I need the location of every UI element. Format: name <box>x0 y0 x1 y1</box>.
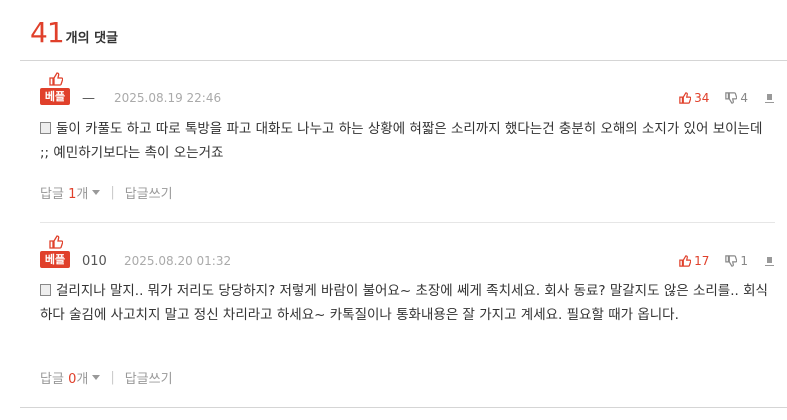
thumbs-up-icon <box>49 235 63 249</box>
reply-bar: 답글 0개 | 답글쓰기 <box>40 368 173 387</box>
thumbs-up-icon <box>679 92 692 104</box>
comment-text: 둘이 카풀도 하고 따로 톡방을 파고 대화도 나누고 하는 상황에 혀짧은 소… <box>40 117 770 165</box>
upvote-button[interactable]: 17 <box>679 254 709 268</box>
reply-label: 답글 <box>40 187 64 202</box>
divider: | <box>110 370 115 385</box>
comment-author[interactable]: — <box>82 91 95 106</box>
reply-count-suffix: 개 <box>76 187 89 202</box>
replies-toggle[interactable]: 답글 1개 <box>40 183 88 202</box>
divider: | <box>110 185 115 200</box>
downvote-button[interactable]: 4 <box>725 91 748 105</box>
best-comment-badge: 베플 <box>40 235 70 271</box>
best-badge-label: 베플 <box>40 251 70 268</box>
write-reply-button[interactable]: 답글쓰기 <box>125 368 173 387</box>
comment-count-label: 개의 댓글 <box>65 31 119 46</box>
report-icon <box>765 256 774 266</box>
comment-date: 2025.08.20 01:32 <box>124 254 232 268</box>
reply-bar: 답글 1개 | 답글쓰기 <box>40 183 173 202</box>
upvote-count: 34 <box>694 91 710 105</box>
thumbs-up-icon <box>49 72 63 86</box>
thumbs-up-icon <box>679 255 692 267</box>
reply-label: 답글 <box>40 372 64 387</box>
reply-count-suffix: 개 <box>76 372 89 387</box>
document-icon <box>40 122 51 134</box>
thumbs-down-icon <box>725 92 738 104</box>
divider <box>20 407 787 408</box>
comment-count: 41 <box>30 16 65 49</box>
upvote-button[interactable]: 34 <box>679 91 709 105</box>
comment-body: 둘이 카풀도 하고 따로 톡방을 파고 대화도 나누고 하는 상황에 혀짧은 소… <box>40 121 763 161</box>
document-icon <box>40 284 51 296</box>
downvote-count: 4 <box>740 91 748 105</box>
comment-body: 걸리지나 말지.. 뭐가 저리도 당당하지? 저렇게 바람이 불어요~ 초장에 … <box>40 283 768 323</box>
downvote-button[interactable]: 1 <box>725 254 748 268</box>
upvote-count: 17 <box>694 254 710 268</box>
write-reply-button[interactable]: 답글쓰기 <box>125 183 173 202</box>
thumbs-down-icon <box>725 255 738 267</box>
divider <box>20 60 787 61</box>
divider <box>40 222 775 223</box>
chevron-down-icon[interactable] <box>92 375 101 380</box>
report-button[interactable] <box>764 256 775 267</box>
report-button[interactable] <box>764 93 775 104</box>
best-badge-label: 베플 <box>40 88 70 105</box>
replies-toggle[interactable]: 답글 0개 <box>40 368 88 387</box>
comment-count-header: 41 개의 댓글 <box>30 16 118 49</box>
comment-text: 걸리지나 말지.. 뭐가 저리도 당당하지? 저렇게 바람이 불어요~ 초장에 … <box>40 279 770 327</box>
report-icon <box>765 93 774 103</box>
chevron-down-icon[interactable] <box>92 190 101 195</box>
comment-author[interactable]: 010 <box>82 254 107 269</box>
vote-area: 17 1 <box>679 254 775 268</box>
best-comment-badge: 베플 <box>40 72 70 108</box>
comment-date: 2025.08.19 22:46 <box>114 91 222 105</box>
downvote-count: 1 <box>740 254 748 268</box>
vote-area: 34 4 <box>679 91 775 105</box>
